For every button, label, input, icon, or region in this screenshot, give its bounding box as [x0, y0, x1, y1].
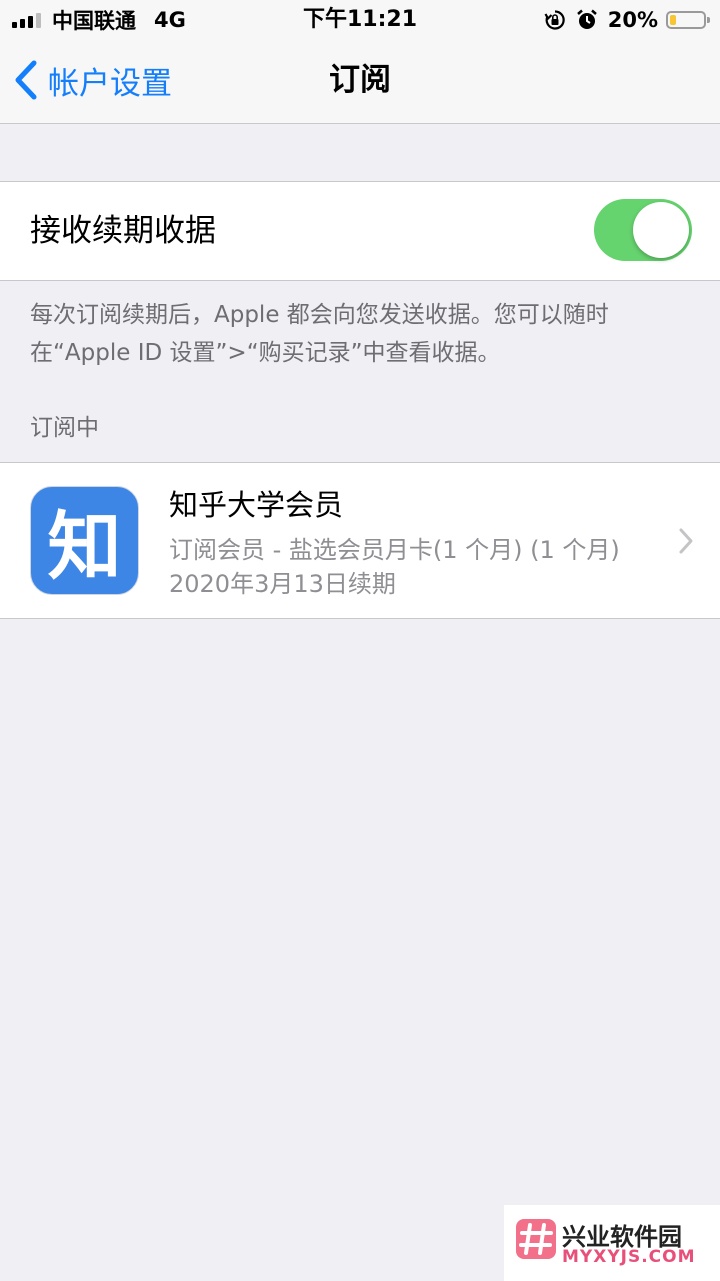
subscription-detail: 订阅会员 - 盐选会员月卡(1 个月) (1 个月)	[169, 536, 620, 564]
alarm-icon	[576, 9, 598, 31]
battery-icon	[666, 11, 710, 29]
status-right: 20%	[544, 6, 710, 34]
page-title: 订阅	[329, 62, 391, 98]
status-bar: 中国联通 4G 下午11:21 20%	[0, 0, 720, 40]
active-subscriptions-header: 订阅中	[30, 415, 99, 441]
battery-fill	[670, 15, 676, 25]
watermark-logo-icon	[516, 1219, 556, 1259]
battery-percent: 20%	[607, 8, 658, 32]
zhihu-app-icon: 知	[30, 486, 139, 595]
subscription-renewal-date: 2020年3月13日续期	[169, 570, 396, 598]
chevron-right-icon	[679, 528, 693, 554]
renewal-receipts-cell: 接收续期收据	[0, 181, 720, 281]
subscription-title: 知乎大学会员	[169, 488, 344, 522]
receipts-footer-note: 每次订阅续期后，Apple 都会向您发送收据。您可以随时在“Apple ID 设…	[30, 302, 609, 366]
app-icon-glyph: 知	[47, 504, 122, 590]
toggle-knob	[633, 202, 689, 258]
rotation-lock-icon	[544, 9, 566, 31]
navigation-bar: 帐户设置 订阅	[0, 40, 720, 124]
renewal-receipts-toggle[interactable]	[594, 199, 692, 261]
subscription-item[interactable]: 知 知乎大学会员 订阅会员 - 盐选会员月卡(1 个月) (1 个月) 2020…	[0, 462, 720, 619]
renewal-receipts-label: 接收续期收据	[30, 213, 216, 249]
watermark: 兴业软件园 MYXYJS.COM	[504, 1205, 720, 1281]
watermark-subtitle: MYXYJS.COM	[562, 1247, 696, 1267]
